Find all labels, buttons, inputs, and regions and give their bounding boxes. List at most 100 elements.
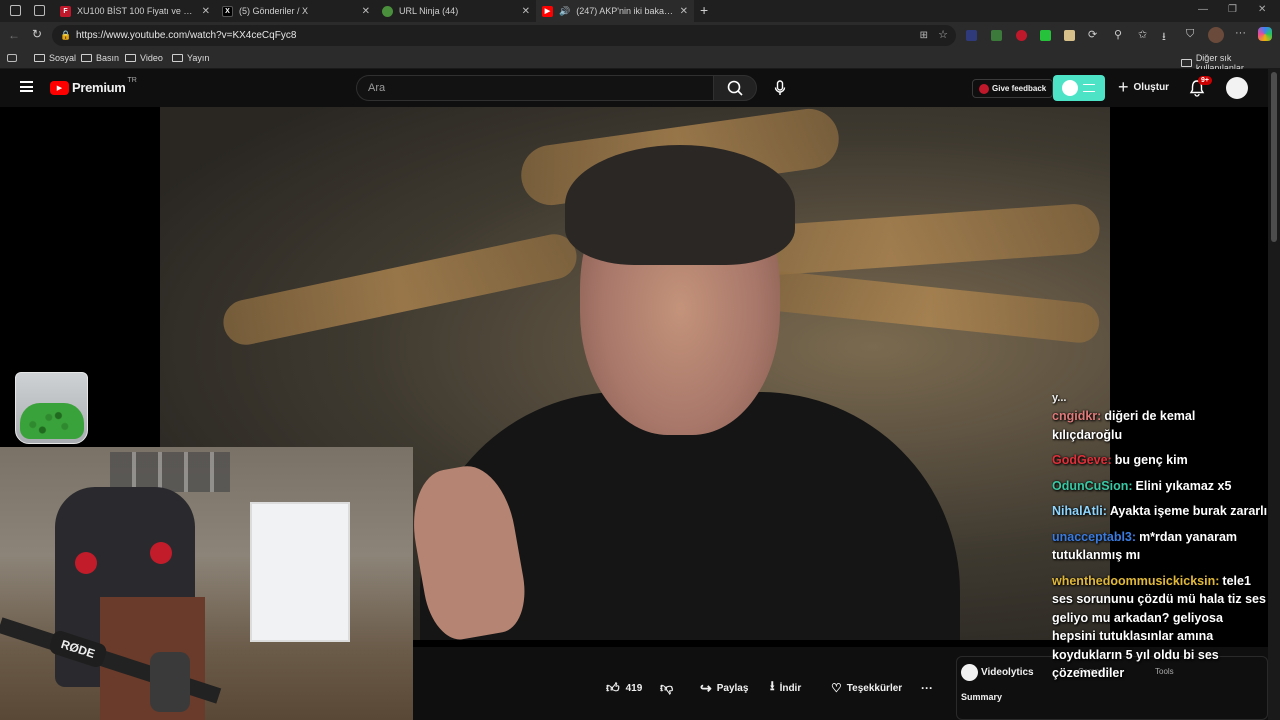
close-tab-icon[interactable]: ✕ — [362, 6, 370, 17]
dislike-button[interactable]: 👎︎ — [660, 677, 673, 699]
extension-icon[interactable] — [1016, 30, 1027, 41]
toggle-knob — [1062, 80, 1078, 96]
downloads-icon[interactable]: ⭳ — [1162, 28, 1166, 47]
extension-toggle-button[interactable] — [1053, 75, 1105, 101]
refresh-extension-icon[interactable]: ⟳ — [1088, 28, 1097, 41]
chat-message: OdunCuSion: Elini yıkamaz x5 — [1052, 477, 1268, 496]
speaker-icon[interactable]: 🔊 — [559, 6, 570, 17]
extensions-puzzle-icon[interactable]: ⚲ — [1114, 28, 1122, 41]
streamer-webcam-overlay: RØDE — [0, 447, 413, 720]
download-button[interactable]: ⭳ İndir — [770, 677, 801, 699]
hamburger-menu-icon[interactable] — [20, 81, 33, 92]
bookmark-folder-yayin[interactable]: Yayın — [172, 53, 209, 63]
tab-favicon-icon: F — [60, 5, 71, 17]
bookmark-label: Video — [140, 53, 163, 63]
feedback-label: Give feedback — [992, 84, 1047, 93]
tab-actions-icon[interactable] — [34, 5, 45, 16]
favorite-star-icon[interactable]: ☆ — [938, 25, 948, 46]
app-available-icon[interactable]: ⊞ — [920, 25, 928, 46]
marble-jar-widget — [15, 372, 88, 444]
bookmark-label: Basın — [96, 53, 120, 63]
logo-region: TR — [127, 77, 137, 84]
extension-icon[interactable] — [991, 30, 1002, 41]
browser-tab-3[interactable]: URL Ninja (44) ✕ — [376, 0, 536, 22]
folder-icon — [172, 54, 183, 62]
live-chat-overlay: y... cngidkr: diğeri de kemal kılıçdaroğl… — [1052, 393, 1268, 713]
close-tab-icon[interactable]: ✕ — [680, 6, 688, 17]
chat-text: bu genç kim — [1114, 453, 1188, 467]
youtube-favicon-icon: ▶ — [542, 5, 553, 17]
bookmark-label: Sosyal — [49, 53, 77, 63]
videolytics-summary-heading: Summary — [961, 692, 1003, 702]
favorites-icon[interactable]: ✩ — [1138, 28, 1147, 41]
reload-icon[interactable]: ↻ — [32, 27, 42, 41]
wall-photos — [110, 452, 230, 492]
address-bar-input[interactable]: 🔒 https://www.youtube.com/watch?v=KX4ceC… — [52, 25, 956, 46]
youtube-premium-logo[interactable]: ▶ Premium TR — [50, 77, 137, 95]
youtube-play-logo-icon: ▶ — [50, 80, 69, 95]
workspaces-icon[interactable] — [10, 5, 21, 16]
menu-lines-icon — [1083, 84, 1095, 92]
give-feedback-button[interactable]: Give feedback — [972, 79, 1054, 98]
account-avatar[interactable] — [1226, 77, 1248, 99]
tab-label: (5) Gönderiler / X — [239, 6, 309, 16]
bookmarks-bar: Sosyal Basın Video Yayın Diğer sık kulla… — [0, 49, 1280, 73]
chat-message: cngidkr: diğeri de kemal kılıçdaroğlu — [1052, 407, 1268, 444]
more-actions-button[interactable]: ··· — [921, 677, 933, 699]
bookmark-folder-basin[interactable]: Basın — [81, 53, 119, 63]
chat-text: tele1 ses sorununu çözdü mü hala tiz ses… — [1052, 573, 1266, 681]
url-ninja-icon — [382, 5, 393, 17]
lock-icon[interactable]: 🔒 — [60, 25, 71, 46]
chat-username: whenthedoommusickicksin: — [1052, 573, 1220, 588]
chair-accent — [75, 552, 97, 574]
shield-icon[interactable]: ⛉ — [1186, 28, 1194, 41]
bookmark-folder-video[interactable]: Video — [125, 53, 163, 63]
chat-username: cngidkr: — [1052, 409, 1102, 423]
close-window-icon[interactable]: ✕ — [1258, 4, 1266, 15]
like-button[interactable]: 👍︎ 419 — [606, 677, 642, 699]
restore-icon[interactable]: ❐ — [1228, 4, 1237, 15]
browser-tab-4-active[interactable]: ▶ 🔊 (247) AKP'nin iki bakanının f ✕ — [536, 0, 694, 22]
extension-icon[interactable] — [966, 30, 977, 41]
browser-tab-2[interactable]: X (5) Gönderiler / X ✕ — [216, 0, 376, 22]
copilot-icon[interactable] — [1258, 27, 1272, 41]
bookmark-label: Yayın — [187, 53, 210, 63]
chat-username: NihalAtli: — [1052, 504, 1107, 518]
close-tab-icon[interactable]: ✕ — [522, 6, 530, 17]
share-button[interactable]: ↪ Paylaş — [700, 677, 748, 699]
page-scrollbar[interactable] — [1268, 69, 1280, 720]
search-icon — [727, 80, 743, 96]
settings-more-icon[interactable]: ··· — [1235, 27, 1246, 39]
back-icon[interactable]: ← — [8, 28, 20, 42]
url-text: https://www.youtube.com/watch?v=KX4ceCqF… — [76, 30, 297, 41]
download-label: İndir — [779, 682, 802, 694]
search-input[interactable]: Ara — [356, 75, 713, 101]
share-arrow-icon: ↪ — [700, 679, 712, 696]
profile-avatar[interactable] — [1208, 27, 1224, 43]
reading-list-icon[interactable] — [7, 54, 17, 62]
thanks-heart-icon: ♡ — [831, 681, 842, 695]
microphone-icon — [774, 80, 786, 95]
scrollbar-thumb[interactable] — [1271, 72, 1277, 242]
chat-message: NihalAtli: Ayakta işeme burak zararlı — [1052, 502, 1268, 521]
mic-brand-label: RØDE — [59, 636, 97, 662]
extension-icon[interactable] — [1040, 30, 1051, 41]
minimize-icon[interactable]: — — [1198, 4, 1208, 15]
search-button[interactable] — [713, 75, 757, 101]
green-marbles — [20, 403, 84, 439]
youtube-header: ▶ Premium TR Ara Give feedback + Oluştur — [0, 69, 1268, 107]
feedback-icon — [979, 83, 989, 94]
bookmark-folder-sosyal[interactable]: Sosyal — [34, 53, 76, 63]
folder-icon — [34, 54, 45, 62]
extension-icon[interactable] — [1064, 30, 1075, 41]
create-button[interactable]: + Oluştur — [1118, 78, 1169, 96]
notification-badge: 9+ — [1198, 76, 1212, 85]
notifications-button[interactable]: 9+ — [1189, 76, 1212, 102]
thanks-button[interactable]: ♡ Teşekkürler — [831, 677, 902, 699]
logo-text: Premium — [72, 80, 126, 95]
browser-tab-1[interactable]: F XU100 BİST 100 Fiyatı ve Grafikleri ✕ — [54, 0, 216, 22]
new-tab-button[interactable]: + — [700, 2, 708, 18]
chat-username: OdunCuSion: — [1052, 478, 1133, 493]
voice-search-button[interactable] — [768, 75, 792, 101]
close-tab-icon[interactable]: ✕ — [202, 6, 210, 17]
